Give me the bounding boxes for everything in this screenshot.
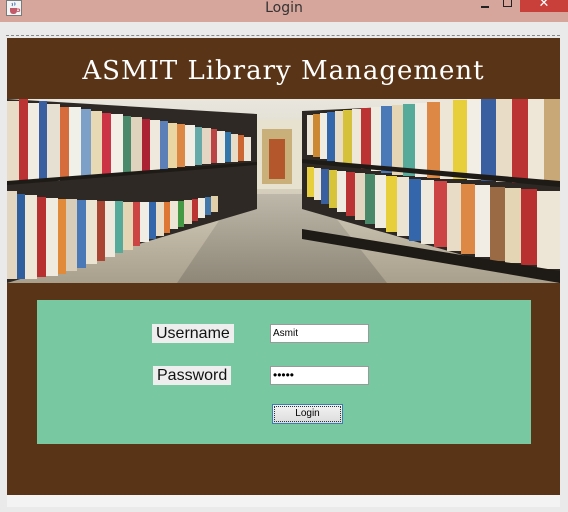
login-form: Username Asmit Password ••••• Login <box>37 300 531 444</box>
close-button[interactable]: ✕ <box>520 0 568 12</box>
close-icon: ✕ <box>538 0 550 11</box>
username-label: Username <box>152 324 234 343</box>
window-bottom-edge <box>7 495 560 507</box>
minimize-icon[interactable] <box>474 0 498 12</box>
library-bookshelves-image <box>7 99 560 283</box>
window-title-bar: Login ✕ <box>0 0 568 22</box>
maximize-icon[interactable] <box>500 0 518 12</box>
login-button[interactable]: Login <box>272 404 343 424</box>
password-label: Password <box>153 366 232 385</box>
main-panel: ASMIT Library Management Username Asmit … <box>7 38 560 495</box>
username-input[interactable]: Asmit <box>270 324 369 343</box>
password-input[interactable]: ••••• <box>270 366 369 385</box>
app-heading: ASMIT Library Management <box>82 56 485 86</box>
